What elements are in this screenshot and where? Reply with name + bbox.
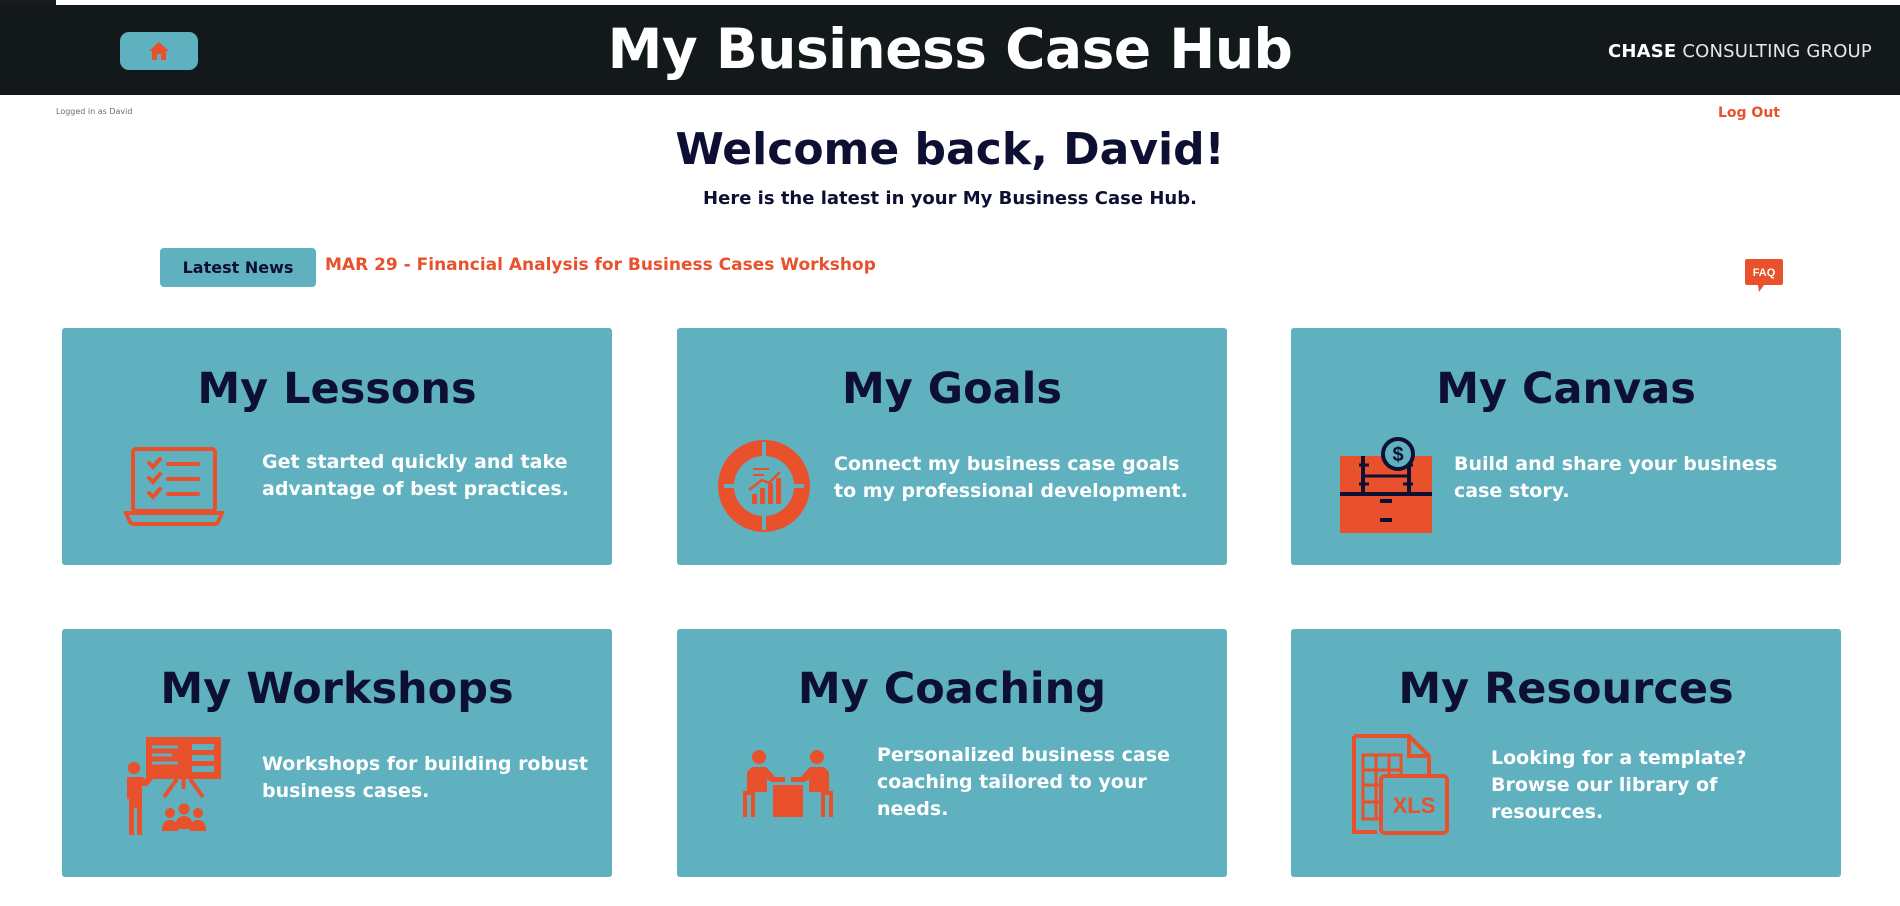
card-title: My Lessons: [197, 364, 477, 414]
card-title: My Resources: [1398, 664, 1734, 714]
latest-news-button[interactable]: Latest News: [160, 248, 316, 287]
card-my-workshops[interactable]: My Workshops Workshops for building robu…: [62, 629, 612, 877]
welcome-heading: Welcome back, David!: [675, 124, 1225, 175]
faq-bubble-icon: FAQ: [1745, 259, 1783, 292]
growth-chart-donut-icon: [718, 440, 810, 532]
faq-label: FAQ: [1753, 267, 1776, 279]
presentation-audience-icon: [127, 737, 221, 835]
coaching-meeting-icon: [743, 750, 833, 817]
card-my-goals[interactable]: My Goals Connect my business case goals …: [677, 328, 1227, 565]
laptop-checklist-icon: [124, 447, 224, 526]
card-description: Workshops for building robust business c…: [262, 753, 589, 802]
svg-text:XLS: XLS: [1393, 793, 1436, 818]
card-title: My Workshops: [160, 664, 514, 714]
card-description: Personalized business case coaching tail…: [877, 744, 1170, 820]
card-description: Connect my business case goals to my pro…: [834, 453, 1188, 502]
brand-logo[interactable]: CHASE CONSULTING GROUP: [1608, 41, 1872, 62]
brand-name-rest: CONSULTING GROUP: [1676, 41, 1872, 62]
card-my-canvas[interactable]: My Canvas $ Build and share your busines…: [1291, 328, 1841, 565]
card-description: Looking for a template? Browse our libra…: [1491, 747, 1747, 823]
site-header: My Business Case Hub CHASE CONSULTING GR…: [0, 5, 1900, 95]
home-icon: [149, 42, 169, 60]
card-description: Get started quickly and take advantage o…: [262, 451, 569, 500]
card-title: My Canvas: [1436, 364, 1696, 414]
brand-name-bold: CHASE: [1607, 41, 1677, 62]
canvas-board-dollar-icon: $: [1340, 437, 1432, 533]
card-my-coaching[interactable]: My Coaching Personalized business case c…: [677, 629, 1227, 877]
card-my-lessons[interactable]: My Lessons Get started quickly and take …: [62, 328, 612, 565]
faq-button[interactable]: FAQ: [1744, 258, 1784, 294]
card-description: Build and share your business case story…: [1454, 453, 1778, 502]
news-headline-link[interactable]: MAR 29 - Financial Analysis for Business…: [325, 255, 876, 275]
logged-in-status: Logged in as David: [56, 107, 133, 116]
xls-template-icon: XLS: [1352, 734, 1449, 835]
card-title: My Goals: [842, 364, 1062, 414]
logout-link[interactable]: Log Out: [1718, 105, 1780, 121]
welcome-subheading: Here is the latest in your My Business C…: [703, 188, 1197, 209]
card-my-resources[interactable]: My Resources XLS Looking for a template?…: [1291, 629, 1841, 877]
card-title: My Coaching: [797, 664, 1107, 714]
svg-text:$: $: [1392, 444, 1403, 466]
home-button[interactable]: [120, 32, 198, 70]
